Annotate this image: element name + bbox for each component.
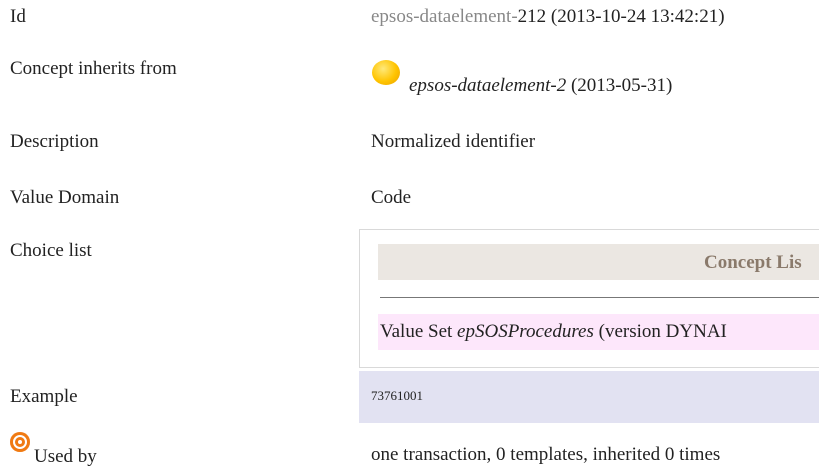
concept-list-header: Concept Lis (378, 244, 819, 280)
description-label: Description (10, 131, 99, 152)
id-value-date: (2013-10-24 13:42:21) (550, 6, 725, 27)
value-domain-label: Value Domain (10, 187, 120, 208)
concept-list-header-text: Concept Lis (704, 252, 802, 273)
inherits-concept-link[interactable]: epsos-dataelement-2 (409, 75, 566, 96)
value-set-name[interactable]: epSOSProcedures (457, 321, 594, 342)
value-set-row[interactable]: Value Set epSOSProcedures (version DYNAI (378, 314, 819, 350)
yellow-orb-icon (372, 60, 400, 85)
id-label: Id (10, 6, 26, 27)
value-set-text: Value Set epSOSProcedures (version DYNAI (380, 321, 727, 343)
target-icon (10, 432, 30, 452)
id-value-prefix: epsos-dataelement- (371, 6, 518, 27)
example-value: 73761001 (371, 388, 423, 403)
value-set-prefix: Value Set (380, 321, 458, 342)
value-set-version: (version DYNAI (598, 321, 727, 342)
choice-list-box: Concept Lis Value Set epSOSProcedures (v… (359, 229, 819, 368)
id-value-number: 212 (517, 6, 547, 27)
value-domain-value: Code (371, 187, 412, 208)
choice-list-label: Choice list (10, 240, 92, 261)
inherits-label: Concept inherits from (10, 58, 177, 79)
inherits-value: epsos-dataelement-2 (2013-05-31) (409, 75, 672, 97)
used-by-label: Used by (34, 446, 97, 467)
inherits-date: (2013-05-31) (570, 75, 673, 96)
example-label: Example (10, 386, 78, 407)
example-box: 73761001 (359, 371, 819, 423)
divider (380, 297, 819, 298)
id-value: epsos-dataelement-212 (2013-10-24 13:42:… (371, 6, 725, 28)
description-value: Normalized identifier (371, 131, 536, 152)
used-by-value: one transaction, 0 templates, inherited … (371, 444, 721, 465)
